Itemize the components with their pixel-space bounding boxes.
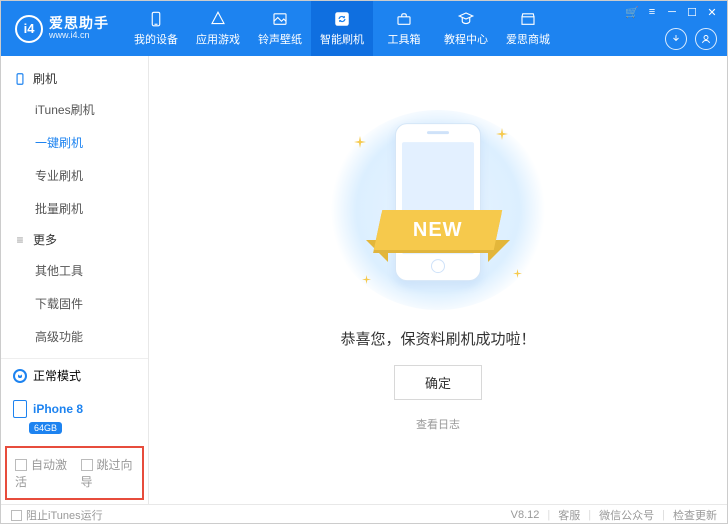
sidebar-group-flash[interactable]: 刷机 (1, 64, 148, 93)
success-illustration: NEW (328, 110, 548, 310)
nav-label: 爱思商城 (506, 31, 550, 47)
sidebar-item-oneclick-flash[interactable]: 一键刷机 (1, 126, 148, 159)
sparkle-icon (362, 273, 371, 282)
wechat-link[interactable]: 微信公众号 (599, 507, 654, 523)
list-icon: ≡ (13, 233, 27, 247)
status-icon (13, 369, 27, 383)
nav-tutorial[interactable]: 教程中心 (435, 1, 497, 56)
close-button[interactable]: ✕ (705, 5, 719, 19)
sidebar-bottom: 正常模式 iPhone 8 64GB 自动激活 跳过向导 (1, 358, 148, 504)
sidebar-group-label: 刷机 (33, 70, 57, 87)
maximize-button[interactable]: ☐ (685, 5, 699, 19)
phone-outline-icon (13, 72, 27, 86)
user-button[interactable] (695, 28, 717, 50)
success-message: 恭喜您，保资料刷机成功啦！ (340, 328, 535, 349)
ok-button[interactable]: 确定 (394, 365, 482, 400)
support-link[interactable]: 客服 (558, 507, 580, 523)
check-update-link[interactable]: 检查更新 (673, 507, 717, 523)
minimize-button[interactable]: ─ (665, 5, 679, 19)
cart-icon[interactable]: 🛒 (625, 5, 639, 19)
device-icon (13, 400, 27, 418)
nav-label: 工具箱 (388, 31, 421, 47)
device-row[interactable]: iPhone 8 (1, 392, 148, 420)
nav-ringtone[interactable]: 铃声壁纸 (249, 1, 311, 56)
flash-options-row: 自动激活 跳过向导 (5, 446, 144, 500)
nav-label: 铃声壁纸 (258, 31, 302, 47)
apps-icon (209, 10, 227, 28)
sparkle-icon (354, 136, 366, 148)
sidebar-item-advanced[interactable]: 高级功能 (1, 320, 148, 353)
nav-toolbox[interactable]: 工具箱 (373, 1, 435, 56)
new-ribbon: NEW (378, 210, 498, 250)
phone-graphic (395, 123, 481, 281)
device-name: iPhone 8 (33, 402, 83, 416)
nav-label: 智能刷机 (320, 31, 364, 47)
phone-icon (147, 10, 165, 28)
header-actions (665, 28, 717, 50)
refresh-icon (333, 10, 351, 28)
nav-flash[interactable]: 智能刷机 (311, 1, 373, 56)
window-controls: 🛒 ≡ ─ ☐ ✕ (625, 5, 719, 19)
nav-label: 应用游戏 (196, 31, 240, 47)
sidebar-item-batch-flash[interactable]: 批量刷机 (1, 192, 148, 225)
sparkle-icon (513, 267, 522, 276)
nav-label: 我的设备 (134, 31, 178, 47)
device-mode-label: 正常模式 (33, 367, 81, 384)
skip-guide-checkbox[interactable]: 跳过向导 (81, 456, 135, 490)
app-body: 刷机 iTunes刷机 一键刷机 专业刷机 批量刷机 ≡ 更多 其他工具 下载固… (1, 56, 727, 504)
device-storage-row: 64GB (1, 420, 148, 442)
store-icon (519, 10, 537, 28)
nav-label: 教程中心 (444, 31, 488, 47)
nav-apps[interactable]: 应用游戏 (187, 1, 249, 56)
ribbon-text: NEW (413, 219, 463, 242)
sidebar-group-label: 更多 (33, 231, 57, 248)
sidebar-item-download-firmware[interactable]: 下载固件 (1, 287, 148, 320)
app-logo: i4 爱思助手 www.i4.cn (1, 15, 119, 43)
app-url: www.i4.cn (49, 31, 109, 41)
sidebar-item-other-tools[interactable]: 其他工具 (1, 254, 148, 287)
version-label: V8.12 (511, 509, 540, 521)
sparkle-icon (496, 128, 508, 140)
app-title: 爱思助手 (49, 16, 109, 31)
toolbox-icon (395, 10, 413, 28)
sidebar-item-pro-flash[interactable]: 专业刷机 (1, 159, 148, 192)
nav-my-device[interactable]: 我的设备 (125, 1, 187, 56)
logo-badge: i4 (15, 15, 43, 43)
prevent-itunes-checkbox[interactable]: 阻止iTunes运行 (11, 507, 103, 523)
device-mode-row[interactable]: 正常模式 (1, 359, 148, 392)
nav-store[interactable]: 爱思商城 (497, 1, 559, 56)
download-button[interactable] (665, 28, 687, 50)
tutorial-icon (457, 10, 475, 28)
image-icon (271, 10, 289, 28)
sidebar-group-more[interactable]: ≡ 更多 (1, 225, 148, 254)
view-log-link[interactable]: 查看日志 (416, 416, 460, 432)
main-nav: 我的设备 应用游戏 铃声壁纸 智能刷机 工具箱 教程中心 爱思商城 (125, 1, 559, 56)
sidebar: 刷机 iTunes刷机 一键刷机 专业刷机 批量刷机 ≡ 更多 其他工具 下载固… (1, 56, 149, 504)
app-header: i4 爱思助手 www.i4.cn 我的设备 应用游戏 铃声壁纸 智能刷机 工具… (1, 1, 727, 56)
storage-badge: 64GB (29, 422, 62, 434)
auto-activate-checkbox[interactable]: 自动激活 (15, 456, 69, 490)
status-bar: 阻止iTunes运行 V8.12 | 客服 | 微信公众号 | 检查更新 (1, 504, 727, 525)
menu-icon[interactable]: ≡ (645, 5, 659, 19)
main-panel: NEW 恭喜您，保资料刷机成功啦！ 确定 查看日志 (149, 56, 727, 504)
sidebar-item-itunes-flash[interactable]: iTunes刷机 (1, 93, 148, 126)
